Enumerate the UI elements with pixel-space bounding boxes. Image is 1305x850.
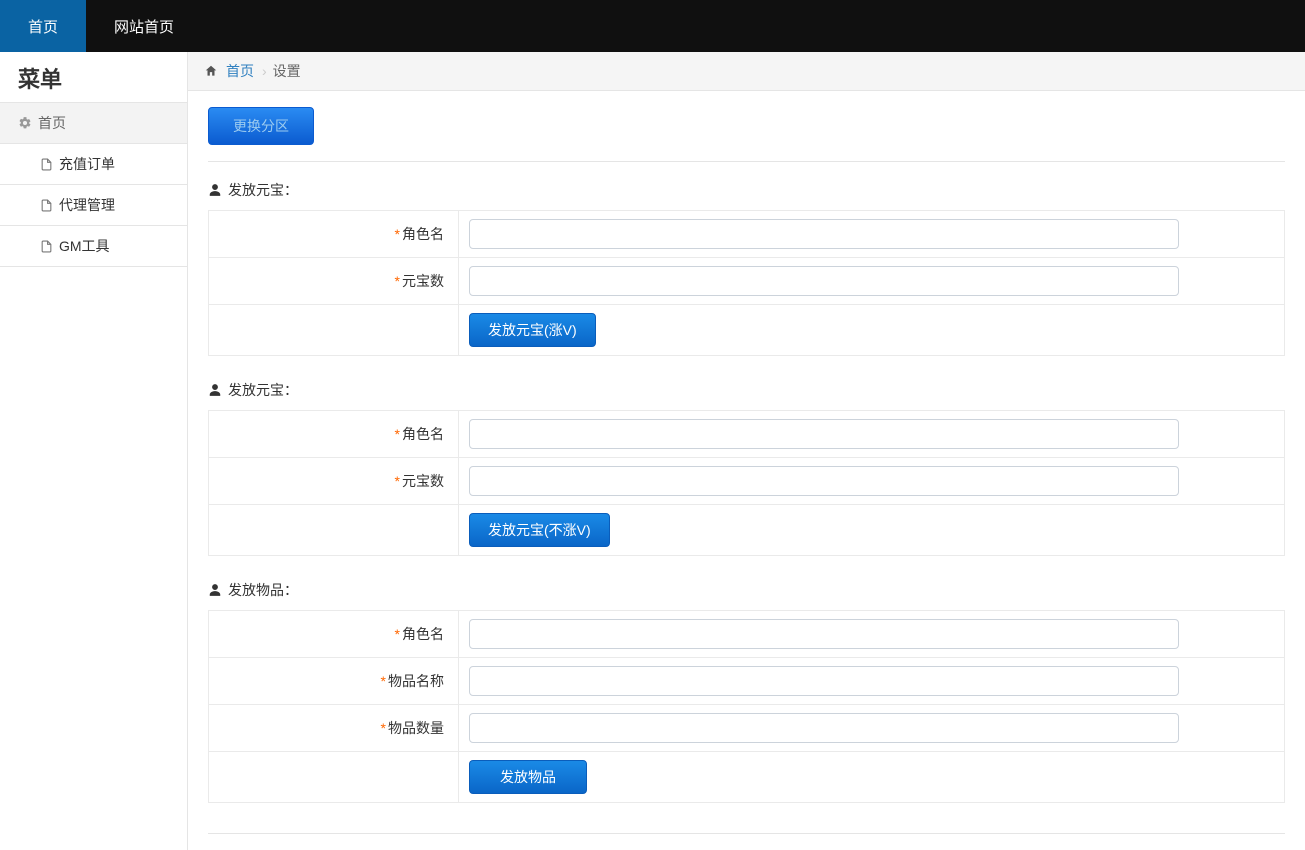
sidebar-item-label: 充值订单 xyxy=(59,154,115,174)
section1-role-label: 角色名 xyxy=(402,226,444,242)
home-icon xyxy=(204,64,218,78)
section3-role-label: 角色名 xyxy=(402,626,444,642)
section3-role-input[interactable] xyxy=(469,619,1179,649)
sidebar-group-label: 首页 xyxy=(38,113,66,133)
user-icon xyxy=(208,183,222,197)
section3-form: *角色名 *物品名称 *物品数量 发放物品 xyxy=(208,610,1285,803)
file-icon xyxy=(40,240,53,253)
breadcrumb-current: 设置 xyxy=(273,61,301,81)
section2-amount-input[interactable] xyxy=(469,466,1179,496)
section1-amount-input[interactable] xyxy=(469,266,1179,296)
sidebar-item-recharge[interactable]: 充值订单 xyxy=(0,144,187,185)
section2-form: *角色名 *元宝数 发放元宝(不涨V) xyxy=(208,410,1285,556)
section3-item-name-input[interactable] xyxy=(469,666,1179,696)
section2-amount-label: 元宝数 xyxy=(402,473,444,489)
sidebar-item-agent[interactable]: 代理管理 xyxy=(0,185,187,226)
topnav-tab-site-home[interactable]: 网站首页 xyxy=(86,0,202,52)
section2-role-label: 角色名 xyxy=(402,426,444,442)
section1-head: 发放元宝： xyxy=(208,180,1285,200)
topnav-tab-home[interactable]: 首页 xyxy=(0,0,86,52)
divider xyxy=(208,833,1285,834)
section3-item-name-label: 物品名称 xyxy=(388,673,444,689)
user-icon xyxy=(208,583,222,597)
section3-item-qty-input[interactable] xyxy=(469,713,1179,743)
sidebar: 菜单 首页 充值订单 代理管理 GM工具 xyxy=(0,52,188,850)
sidebar-item-label: 代理管理 xyxy=(59,195,115,215)
section2-head: 发放元宝： xyxy=(208,380,1285,400)
sidebar-item-label: GM工具 xyxy=(59,236,110,256)
section1-title: 发放元宝： xyxy=(228,180,298,200)
breadcrumb-home-link[interactable]: 首页 xyxy=(226,61,254,81)
chevron-right-icon: › xyxy=(262,63,267,79)
content: 首页 › 设置 更换分区 发放元宝： *角色名 xyxy=(188,52,1305,850)
section3-item-qty-label: 物品数量 xyxy=(388,720,444,736)
gear-icon xyxy=(18,116,32,130)
file-icon xyxy=(40,199,53,212)
sidebar-group-home[interactable]: 首页 xyxy=(0,103,187,144)
section1-role-input[interactable] xyxy=(469,219,1179,249)
section2-title: 发放元宝： xyxy=(228,380,298,400)
top-nav: 首页 网站首页 xyxy=(0,0,1305,52)
section3-submit-button[interactable]: 发放物品 xyxy=(469,760,587,794)
user-icon xyxy=(208,383,222,397)
change-zone-button[interactable]: 更换分区 xyxy=(208,107,314,145)
file-icon xyxy=(40,158,53,171)
section1-submit-button[interactable]: 发放元宝(涨V) xyxy=(469,313,596,347)
sidebar-item-gm-tools[interactable]: GM工具 xyxy=(0,226,187,267)
divider xyxy=(208,161,1285,162)
section3-title: 发放物品： xyxy=(228,580,298,600)
section3-head: 发放物品： xyxy=(208,580,1285,600)
breadcrumb: 首页 › 设置 xyxy=(188,52,1305,91)
section2-submit-button[interactable]: 发放元宝(不涨V) xyxy=(469,513,610,547)
section2-role-input[interactable] xyxy=(469,419,1179,449)
sidebar-title: 菜单 xyxy=(0,52,187,103)
section1-amount-label: 元宝数 xyxy=(402,273,444,289)
section1-form: *角色名 *元宝数 发放元宝(涨V) xyxy=(208,210,1285,356)
